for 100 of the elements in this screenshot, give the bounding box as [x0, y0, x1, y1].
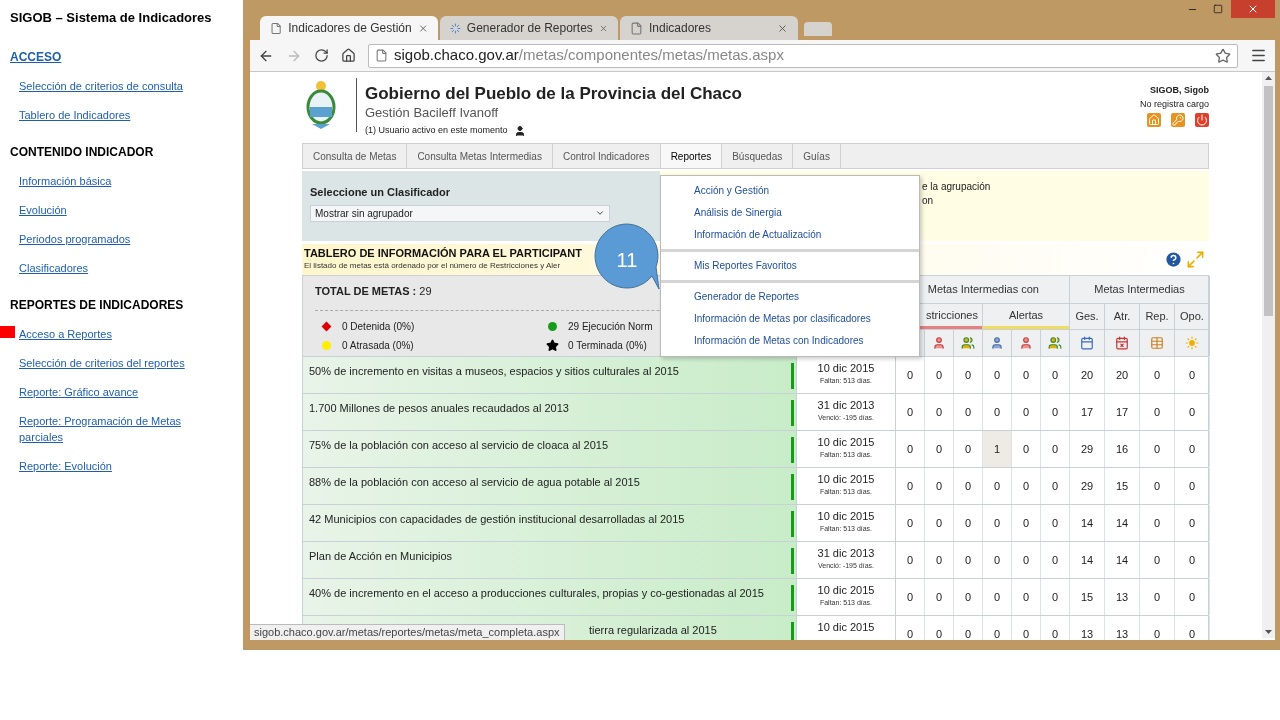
count-cell: 0 — [925, 579, 954, 615]
count-cell: 0 — [1041, 431, 1070, 467]
count-cell: 0 — [1012, 579, 1041, 615]
count-cell: 17 — [1105, 394, 1140, 430]
nav-tab[interactable]: Búsquedas — [722, 144, 794, 168]
column-header: stricciones — [926, 307, 978, 323]
count-cell: 0 — [983, 468, 1012, 504]
browser-tab[interactable]: Generador de Reportes — [440, 16, 618, 40]
due-date: 10 dic 2015 — [817, 436, 875, 449]
count-cell: 1 — [983, 431, 1012, 467]
menu-item[interactable]: Información de Metas con Indicadores — [661, 330, 919, 352]
column-header: Rep. — [1145, 309, 1169, 325]
menu-item[interactable]: Acción y Gestión — [661, 180, 919, 202]
help-icon[interactable] — [1164, 250, 1183, 269]
menu-item[interactable]: Mis Reportes Favoritos — [661, 255, 919, 277]
count-cell: 0 — [896, 579, 925, 615]
close-tab-icon[interactable] — [417, 22, 428, 34]
count-cell: 0 — [896, 468, 925, 504]
nav-tab[interactable]: Control Indicadores — [552, 144, 661, 168]
close-tab-icon[interactable] — [777, 22, 788, 34]
sidebar-link[interactable]: Reporte: Gráfico avance — [19, 383, 209, 400]
calendar-icon[interactable] — [1115, 336, 1129, 350]
user-name: SIGOB, Sigob — [1150, 84, 1209, 97]
address-field[interactable]: sigob.chaco.gov.ar/metas/componentes/metas/metas.aspx — [368, 43, 1238, 68]
count-cell: 0 — [1175, 579, 1210, 615]
nav-tab[interactable]: Consulta Metas Intermedias — [407, 144, 553, 168]
count-cell: 0 — [1140, 431, 1175, 467]
user-icon[interactable] — [932, 336, 946, 350]
menu-item[interactable]: Información de Actualización — [661, 224, 919, 246]
calendar-icon[interactable] — [1080, 336, 1094, 350]
users-icon[interactable] — [961, 336, 975, 350]
home-icon[interactable] — [341, 48, 356, 63]
count-cell: 29 — [1070, 431, 1105, 467]
due-date: 31 dic 2013 — [817, 399, 875, 412]
nav-tab[interactable]: Guías — [793, 144, 841, 168]
reload-icon[interactable] — [314, 48, 329, 63]
sidebar-title: SIGOB – Sistema de Indicadores — [10, 9, 213, 27]
table-icon[interactable] — [1150, 336, 1164, 350]
goal-text[interactable]: Plan de Acción en Municipios — [309, 548, 453, 565]
sidebar-link[interactable]: Reporte: Evolución — [19, 457, 209, 474]
sidebar-link[interactable]: Información básica — [19, 172, 209, 189]
key-icon[interactable] — [1171, 113, 1185, 127]
due-date: 10 dic 2015 — [817, 362, 875, 375]
board-title: TABLERO DE INFORMACIÓN PARA EL PARTICIPANT — [304, 247, 582, 260]
user-icon[interactable] — [990, 336, 1004, 350]
nav-tab[interactable]: Reportes — [660, 144, 723, 168]
sidebar-link[interactable]: Selección de criterios de consulta — [19, 77, 209, 94]
count-cell: 0 — [896, 542, 925, 578]
count-cell: 0 — [983, 357, 1012, 393]
sidebar-link[interactable]: Selección de criterios del reportes — [19, 354, 209, 371]
count-cell: 0 — [954, 394, 983, 430]
count-cell: 0 — [1140, 468, 1175, 504]
count-cell: 0 — [925, 542, 954, 578]
count-cell: 0 — [983, 505, 1012, 541]
count-cell: 0 — [925, 616, 954, 640]
active-users-text: (1) Usuario activo en este momento — [365, 124, 508, 137]
count-cell: 0 — [1175, 468, 1210, 504]
count-cell: 0 — [1041, 505, 1070, 541]
government-title: Gobierno del Pueblo de la Provincia del Chaco — [365, 83, 742, 105]
goal-text[interactable]: tierra regularizada al 2015 — [589, 622, 717, 639]
nav-tab[interactable]: Consulta de Metas — [303, 144, 408, 168]
count-cell: 15 — [1070, 579, 1105, 615]
menu-item[interactable]: Análisis de Sinergia — [661, 202, 919, 224]
menu-item[interactable]: Información de Metas por clasificadores — [661, 308, 919, 330]
count-cell: 0 — [1175, 505, 1210, 541]
due-date: 10 dic 2015 — [817, 473, 875, 486]
count-cell: 0 — [925, 431, 954, 467]
section-link[interactable]: ACCESO — [10, 49, 62, 64]
count-cell: 0 — [925, 468, 954, 504]
legend-label: 29 Ejecución Norm — [568, 319, 653, 334]
due-date: 10 dic 2015 — [817, 621, 875, 634]
url-text: sigob.chaco.gov.ar/metas/componentes/metas/metas.aspx — [394, 45, 785, 66]
legend-label: 0 Detenida (0%) — [342, 319, 415, 334]
sidebar-link[interactable]: Clasificadores — [19, 259, 209, 276]
sidebar-link[interactable]: Evolución — [19, 201, 209, 218]
count-cell: 0 — [983, 579, 1012, 615]
sidebar-link[interactable]: Periodos programados — [19, 230, 209, 247]
column-header: Opo. — [1180, 309, 1204, 325]
count-cell: 0 — [1012, 542, 1041, 578]
sidebar-link[interactable]: Reporte: Programación de Metas parciales — [19, 412, 209, 445]
count-cell: 0 — [1041, 357, 1070, 393]
power-icon[interactable] — [1195, 113, 1209, 127]
count-cell: 13 — [1105, 616, 1140, 640]
sidebar-link[interactable]: Tablero de Indicadores — [19, 106, 209, 123]
menu-icon[interactable] — [1250, 47, 1267, 64]
classifier-select[interactable]: Mostrar sin agrupador — [310, 204, 610, 222]
sidebar-link[interactable]: Acceso a Reportes — [19, 325, 209, 342]
count-cell: 13 — [1070, 616, 1105, 640]
user-icon[interactable] — [1019, 336, 1033, 350]
bookmark-star-icon[interactable] — [1215, 47, 1231, 64]
count-cell: 0 — [1140, 394, 1175, 430]
due-date: 10 dic 2015 — [817, 584, 875, 597]
count-cell: 0 — [954, 542, 983, 578]
count-cell: 0 — [1012, 468, 1041, 504]
browser-tab[interactable]: Indicadores de Gestión — [260, 16, 438, 40]
count-cell: 16 — [1105, 431, 1140, 467]
count-cell: 20 — [1105, 357, 1140, 393]
users-icon[interactable] — [1048, 336, 1062, 350]
column-header: Alertas — [1008, 307, 1044, 323]
browser-tab[interactable]: Indicadores — [620, 16, 798, 40]
